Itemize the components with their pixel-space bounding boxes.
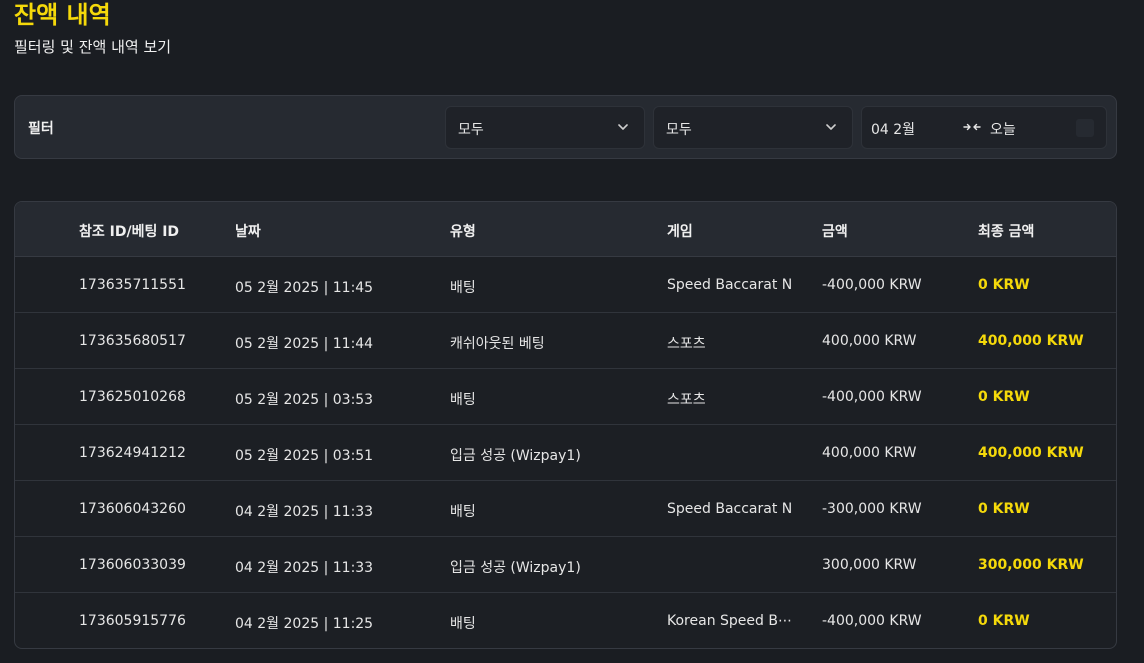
type-select[interactable]: 모두 (445, 106, 645, 149)
cell-date: 04 2월 2025 | 11:33 (235, 560, 374, 576)
cell-ref-id: 173605915776 (79, 613, 186, 629)
cell-game: 스포츠 (667, 392, 706, 408)
balance-history-page: 잔액 내역 필터링 및 잔액 내역 보기 필터 모두 모두 04 2월 오늘 참… (0, 0, 1144, 663)
column-header-date: 날짜 (235, 224, 261, 240)
table-body: 173635711551 05 2월 2025 | 11:45 배팅 Speed… (15, 257, 1116, 648)
cell-type: 입금 성공 (Wizpay1) (450, 560, 581, 576)
column-header-type: 유형 (450, 224, 476, 240)
date-range-picker: 04 2월 오늘 (861, 106, 1107, 149)
cell-date: 04 2월 2025 | 11:33 (235, 504, 374, 520)
cell-ref-id: 173606033039 (79, 557, 186, 573)
balance-table: 참조 ID/베팅 ID 날짜 유형 게임 금액 최종 금액 1736357115… (14, 201, 1117, 649)
cell-game: Speed Baccarat N (667, 277, 793, 293)
date-from-input[interactable]: 04 2월 (871, 119, 915, 139)
filter-label: 필터 (28, 121, 54, 137)
game-select[interactable]: 모두 (653, 106, 853, 149)
date-to-input[interactable]: 오늘 (990, 119, 1016, 139)
cell-date: 05 2월 2025 | 11:45 (235, 280, 374, 296)
cell-ref-id: 173624941212 (79, 445, 186, 461)
cell-game: Korean Speed B⋯ (667, 613, 792, 629)
game-select-value: 모두 (666, 122, 692, 138)
cell-final-amount: 0 KRW (978, 613, 1030, 629)
table-row: 173635680517 05 2월 2025 | 11:44 캐쉬아웃된 베팅… (15, 313, 1116, 369)
cell-amount: 400,000 KRW (822, 445, 917, 461)
table-row: 173625010268 05 2월 2025 | 03:53 배팅 스포츠 -… (15, 369, 1116, 425)
column-header-final-amount: 최종 금액 (978, 224, 1035, 240)
cell-ref-id: 173635680517 (79, 333, 186, 349)
cell-type: 배팅 (450, 504, 476, 520)
table-row: 173635711551 05 2월 2025 | 11:45 배팅 Speed… (15, 257, 1116, 313)
table-row: 173624941212 05 2월 2025 | 03:51 입금 성공 (W… (15, 425, 1116, 481)
cell-type: 입금 성공 (Wizpay1) (450, 448, 581, 464)
cell-amount: 400,000 KRW (822, 333, 917, 349)
table-header: 참조 ID/베팅 ID 날짜 유형 게임 금액 최종 금액 (15, 202, 1116, 257)
cell-type: 캐쉬아웃된 베팅 (450, 336, 545, 352)
chevron-down-icon (618, 124, 628, 130)
page-subtitle: 필터링 및 잔액 내역 보기 (14, 38, 172, 56)
table-row: 173605915776 04 2월 2025 | 11:25 배팅 Korea… (15, 593, 1116, 648)
cell-type: 배팅 (450, 616, 476, 632)
cell-ref-id: 173625010268 (79, 389, 186, 405)
cell-final-amount: 400,000 KRW (978, 333, 1084, 349)
cell-date: 05 2월 2025 | 03:53 (235, 392, 374, 408)
calendar-icon[interactable] (1076, 119, 1094, 137)
cell-amount: -300,000 KRW (822, 501, 922, 517)
table-row: 173606033039 04 2월 2025 | 11:33 입금 성공 (W… (15, 537, 1116, 593)
cell-type: 배팅 (450, 280, 476, 296)
cell-final-amount: 300,000 KRW (978, 557, 1084, 573)
cell-amount: -400,000 KRW (822, 277, 922, 293)
column-header-amount: 금액 (822, 224, 848, 240)
cell-final-amount: 0 KRW (978, 501, 1030, 517)
column-header-ref-id: 참조 ID/베팅 ID (79, 224, 180, 240)
cell-final-amount: 0 KRW (978, 389, 1030, 405)
cell-date: 04 2월 2025 | 11:25 (235, 616, 374, 632)
cell-amount: -400,000 KRW (822, 389, 922, 405)
cell-amount: -400,000 KRW (822, 613, 922, 629)
cell-ref-id: 173606043260 (79, 501, 186, 517)
cell-type: 배팅 (450, 392, 476, 408)
table-row: 173606043260 04 2월 2025 | 11:33 배팅 Speed… (15, 481, 1116, 537)
cell-ref-id: 173635711551 (79, 277, 186, 293)
cell-final-amount: 400,000 KRW (978, 445, 1084, 461)
range-arrows-icon (963, 123, 981, 131)
page-title: 잔액 내역 (14, 1, 111, 29)
type-select-value: 모두 (458, 122, 484, 138)
column-header-game: 게임 (667, 224, 693, 240)
filter-bar: 필터 모두 모두 04 2월 오늘 (14, 95, 1117, 159)
cell-final-amount: 0 KRW (978, 277, 1030, 293)
cell-game: Speed Baccarat N (667, 501, 793, 517)
chevron-down-icon (826, 124, 836, 130)
cell-date: 05 2월 2025 | 11:44 (235, 336, 374, 352)
cell-amount: 300,000 KRW (822, 557, 917, 573)
cell-game: 스포츠 (667, 336, 706, 352)
cell-date: 05 2월 2025 | 03:51 (235, 448, 374, 464)
